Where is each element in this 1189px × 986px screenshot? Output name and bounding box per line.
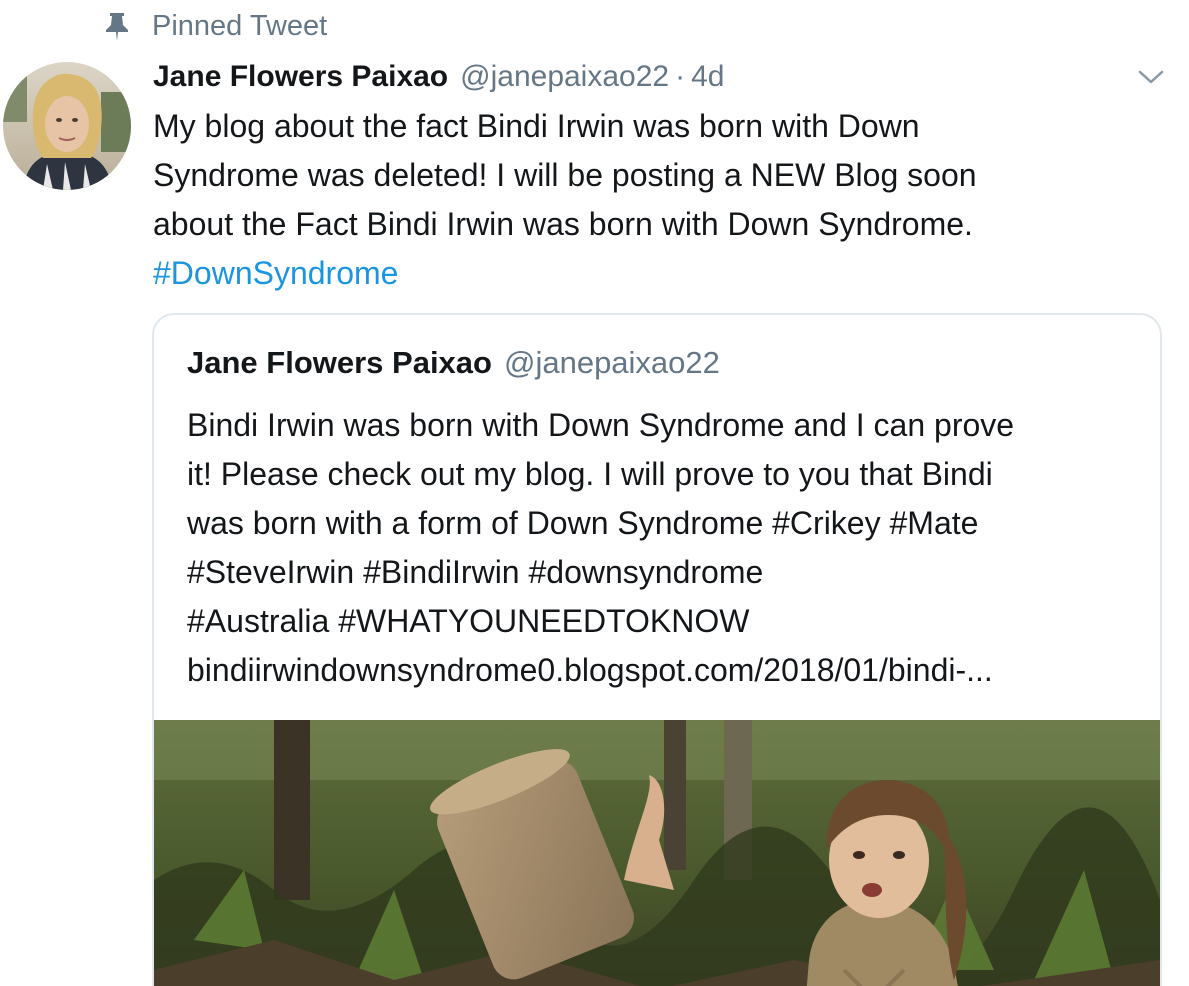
tweet-text-line: My blog about the fact Bindi Irwin was b… <box>153 108 920 144</box>
tweet-timestamp[interactable]: 4d <box>691 60 724 94</box>
quoted-tweet-text: Bindi Irwin was born with Down Syndrome … <box>187 401 1147 695</box>
quoted-text-line: Bindi Irwin was born with Down Syndrome … <box>187 407 1015 443</box>
chevron-down-icon[interactable] <box>1136 64 1166 90</box>
tweet-text-line: Syndrome was deleted! I will be posting … <box>153 157 977 193</box>
quoted-link-line: bindiirwindownsyndrome0.blogspot.com/201… <box>187 652 993 688</box>
quoted-media-image[interactable] <box>154 720 1160 986</box>
quoted-text-line: it! Please check out my blog. I will pro… <box>187 456 993 492</box>
separator-dot: · <box>675 60 686 93</box>
tweet-header: Jane Flowers Paixao @janepaixao22 · 4d <box>153 54 1153 100</box>
tweet-text: My blog about the fact Bindi Irwin was b… <box>153 102 1153 298</box>
quoted-tweet-card[interactable]: Jane Flowers Paixao @janepaixao22 Bindi … <box>152 313 1162 986</box>
hashtag-link[interactable]: #DownSyndrome <box>153 249 1153 298</box>
user-handle[interactable]: @janepaixao22 <box>460 60 669 94</box>
quoted-text-line: was born with a form of Down Syndrome #C… <box>187 505 979 541</box>
quoted-text-line: #SteveIrwin #BindiIrwin #downsyndrome <box>187 554 764 590</box>
quoted-text-line: #Australia #WHATYOUNEEDTOKNOW <box>187 603 750 639</box>
quoted-tweet-header: Jane Flowers Paixao @janepaixao22 <box>187 341 720 385</box>
quoted-display-name: Jane Flowers Paixao <box>187 345 492 380</box>
quoted-user-handle: @janepaixao22 <box>503 345 720 380</box>
pinned-indicator: Pinned Tweet <box>102 8 327 44</box>
pinned-label: Pinned Tweet <box>152 9 328 42</box>
tweet-text-line: about the Fact Bindi Irwin was born with… <box>153 206 973 242</box>
tweet-view: Pinned Tweet Jane Flowers Paixao @janepa… <box>0 0 1189 986</box>
display-name[interactable]: Jane Flowers Paixao <box>153 60 448 94</box>
tweet-body: Jane Flowers Paixao @janepaixao22 · 4d M… <box>153 54 1153 298</box>
pin-icon <box>102 10 132 42</box>
avatar[interactable] <box>3 62 131 190</box>
